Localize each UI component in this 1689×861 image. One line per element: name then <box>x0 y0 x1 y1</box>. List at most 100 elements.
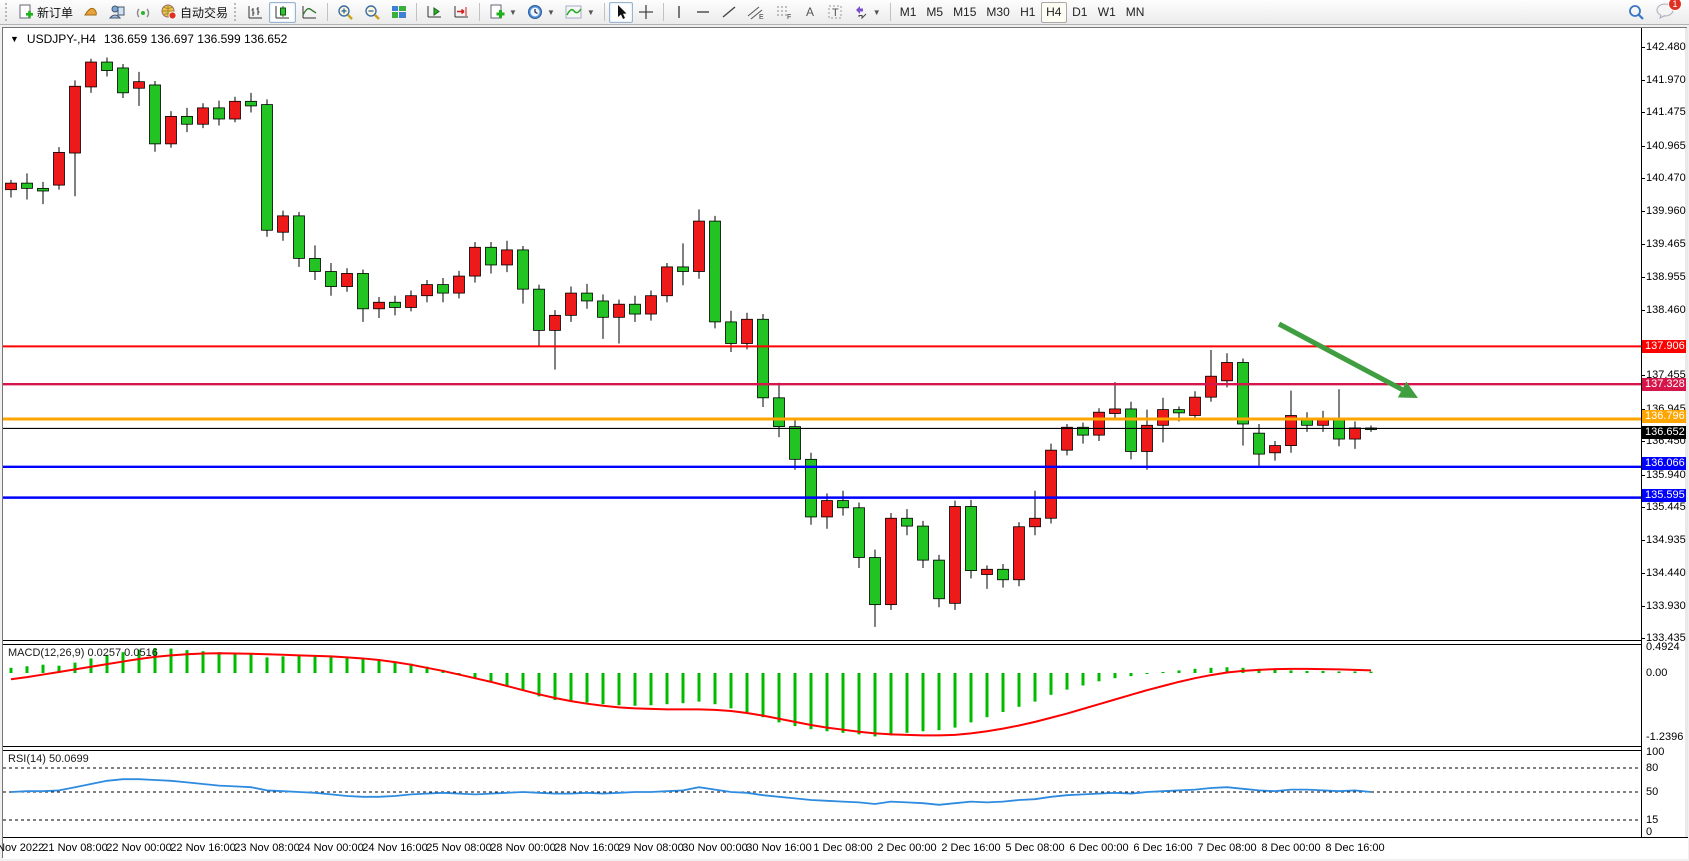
ohlc-quotes: 136.659 136.697 136.599 136.652 <box>104 32 288 46</box>
candle-body <box>1158 410 1169 426</box>
cursor-icon <box>614 4 628 20</box>
indicators-button[interactable]: ▼ <box>560 2 600 23</box>
cursor-button[interactable] <box>609 2 633 23</box>
panel-separator[interactable] <box>3 640 1641 645</box>
main-chart[interactable] <box>3 28 1641 640</box>
timeframe-button-w1[interactable]: W1 <box>1093 2 1121 23</box>
symbol-dropdown-icon[interactable]: ▼ <box>10 34 19 44</box>
candle-body <box>1190 397 1201 415</box>
price-axis[interactable]: 142.480141.970141.475140.965140.470139.9… <box>1641 28 1685 837</box>
toolbar: 新订单 自动交易 ▼ ▼ <box>0 0 1689 25</box>
hat-icon <box>83 4 99 20</box>
candle-body <box>374 302 385 309</box>
channel-icon: E <box>747 4 765 20</box>
chart-shift-icon <box>453 4 470 20</box>
candle-body <box>134 82 145 89</box>
candle-body <box>550 315 561 330</box>
candle-body <box>1094 412 1105 435</box>
candle-body <box>790 427 801 460</box>
timeframe-bar: M1M5M15M30H1H4D1W1MN <box>895 2 1150 23</box>
bar-chart-button[interactable] <box>242 2 269 23</box>
auto-trading-button[interactable]: 自动交易 <box>156 2 233 23</box>
candle-body <box>710 221 721 322</box>
text-label-button[interactable]: T <box>822 2 848 23</box>
text-icon: A <box>803 4 817 20</box>
candle-body <box>646 296 657 314</box>
candle-body <box>934 560 945 599</box>
timeframe-button-h1[interactable]: H1 <box>1015 2 1041 23</box>
macd-panel[interactable] <box>3 645 1641 746</box>
new-chart-button[interactable]: ▼ <box>484 2 522 23</box>
timeframe-button-d1[interactable]: D1 <box>1067 2 1093 23</box>
candle-body <box>902 518 913 526</box>
zoom-out-button[interactable] <box>359 2 386 23</box>
chart-title[interactable]: ▼ USDJPY-,H4 136.659 136.697 136.599 136… <box>10 32 287 46</box>
candle-body <box>454 276 465 293</box>
timeframe-button-mn[interactable]: MN <box>1121 2 1150 23</box>
candle-body <box>262 105 273 231</box>
tile-windows-button[interactable] <box>386 2 412 23</box>
timeframe-button-m5[interactable]: M5 <box>921 2 948 23</box>
timeframe-button-h4[interactable]: H4 <box>1041 2 1067 23</box>
zoom-out-icon <box>364 4 381 20</box>
fibonacci-button[interactable]: F <box>770 2 798 23</box>
candle-body <box>422 285 433 296</box>
candle-chart-button[interactable] <box>269 2 296 23</box>
candle-body <box>582 293 593 301</box>
chart-shift-button[interactable] <box>448 2 475 23</box>
trendline-button[interactable] <box>716 2 742 23</box>
candle-body <box>1350 428 1361 439</box>
candle-body <box>1030 518 1041 527</box>
price-level-label: 136.066 <box>1642 457 1686 470</box>
toolbar-separator <box>416 3 417 21</box>
arrows-button[interactable]: ▼ <box>848 2 886 23</box>
rsi-axis-label: 50 <box>1646 786 1658 798</box>
rsi-panel[interactable] <box>3 751 1641 837</box>
profile-button[interactable] <box>104 2 130 23</box>
candle-body <box>870 558 881 605</box>
candle-body <box>118 68 129 93</box>
timeframe-button-m15[interactable]: M15 <box>948 2 981 23</box>
line-chart-icon <box>301 4 318 20</box>
candle-body <box>950 506 961 603</box>
trend-arrow[interactable] <box>1279 324 1402 390</box>
timeframe-button-m30[interactable]: M30 <box>981 2 1014 23</box>
signal-button[interactable] <box>130 2 156 23</box>
chevron-down-icon: ▼ <box>873 8 881 17</box>
horizontal-line-button[interactable] <box>690 2 716 23</box>
zoom-in-button[interactable] <box>332 2 359 23</box>
indicator-icon <box>565 4 583 20</box>
time-axis[interactable]: 20 Nov 202221 Nov 08:0022 Nov 00:0022 No… <box>3 837 1688 859</box>
candle-body <box>1110 409 1121 414</box>
search-icon[interactable] <box>1628 4 1645 21</box>
vertical-line-button[interactable] <box>668 2 690 23</box>
timeframe-button-m1[interactable]: M1 <box>895 2 922 23</box>
auto-trading-label: 自动交易 <box>180 4 228 21</box>
candle-body <box>1222 362 1233 380</box>
arrows-icon <box>853 4 869 20</box>
candle-body <box>822 501 833 517</box>
line-chart-button[interactable] <box>296 2 323 23</box>
svg-text:A: A <box>806 5 814 19</box>
candle-body <box>1254 433 1265 454</box>
candle-body <box>614 304 625 317</box>
price-level-label: 136.796 <box>1642 410 1686 423</box>
new-order-button[interactable]: 新订单 <box>13 2 78 23</box>
notifications-button[interactable]: 1 <box>1655 2 1675 22</box>
crosshair-icon <box>638 4 654 20</box>
crosshair-button[interactable] <box>633 2 659 23</box>
styler-button[interactable] <box>78 2 104 23</box>
panel-separator[interactable] <box>3 746 1641 751</box>
candle-chart-icon <box>274 4 291 20</box>
text-button[interactable]: A <box>798 2 822 23</box>
new-order-label: 新订单 <box>37 4 73 21</box>
equidistant-channel-button[interactable]: E <box>742 2 770 23</box>
macd-label: MACD(12,26,9) 0.0257 0.0516 <box>8 647 158 659</box>
candle-body <box>150 85 161 144</box>
tile-windows-icon <box>391 4 407 20</box>
notification-badge: 1 <box>1668 0 1682 11</box>
period-button[interactable]: ▼ <box>522 2 560 23</box>
autoscroll-button[interactable] <box>421 2 448 23</box>
candle-body <box>214 108 225 119</box>
price-tick: 138.955 <box>1646 271 1686 284</box>
